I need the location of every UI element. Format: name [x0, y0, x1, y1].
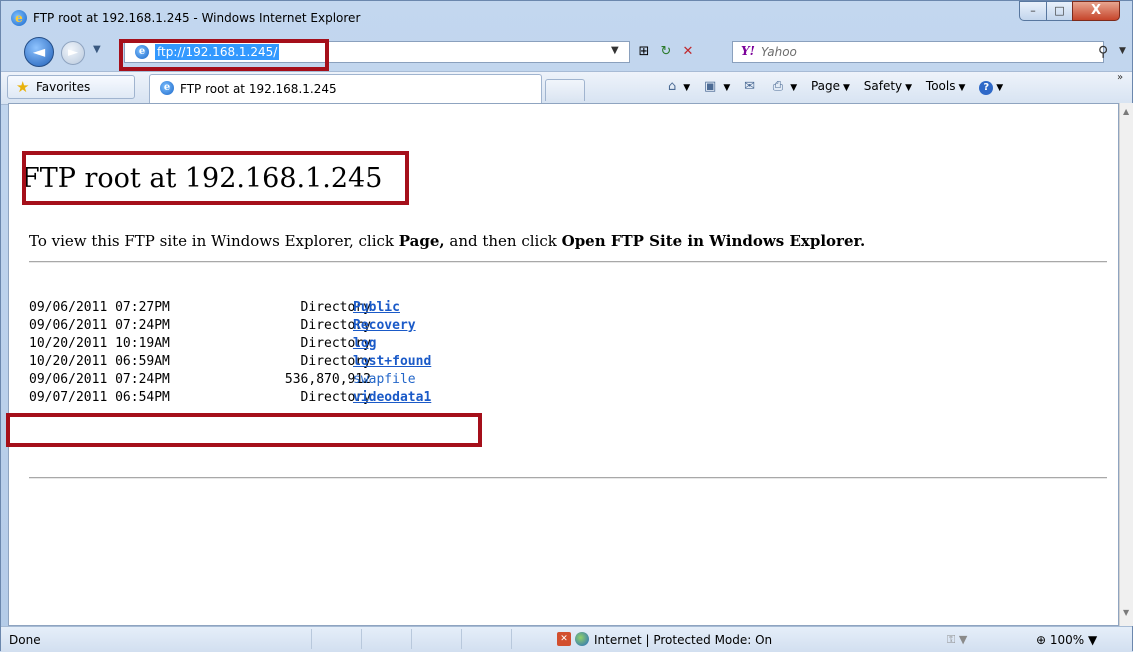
entry-size: Directory — [300, 336, 371, 351]
safety-menu[interactable]: Safety ▼ — [864, 79, 912, 93]
tools-dropdown-icon: ▼ — [958, 83, 966, 93]
entry-link[interactable]: swapfile — [353, 371, 416, 389]
entry-size: Directory — [300, 300, 371, 315]
address-dropdown-icon[interactable]: ▼ — [611, 45, 619, 56]
entry-date: 10/20/2011 10:19AM — [29, 336, 170, 351]
globe-icon — [575, 632, 589, 646]
maximize-button[interactable]: □ — [1046, 1, 1073, 21]
security-zone[interactable]: Internet | Protected Mode: On — [594, 633, 772, 647]
search-box[interactable]: Y! Yahoo — [732, 41, 1104, 63]
yahoo-logo-icon: Y! — [741, 44, 755, 58]
scroll-up-arrow-icon[interactable]: ▲ — [1123, 107, 1129, 116]
page-menu-label: Page — [810, 79, 841, 93]
entry-size: Directory — [300, 354, 371, 369]
minimize-button[interactable]: – — [1019, 1, 1047, 21]
home-icon: ⌂ — [668, 79, 677, 94]
mail-icon: ✉ — [744, 79, 755, 94]
entry-date: 09/06/2011 07:27PM — [29, 300, 170, 315]
protected-mode-icon[interactable]: ⚿ ▼ — [947, 633, 967, 647]
search-icon[interactable]: ⚲ — [1098, 44, 1108, 60]
address-highlight-box — [119, 39, 329, 71]
videodata-highlight-box — [6, 413, 482, 447]
status-bar: Done ✕ Internet | Protected Mode: On ⚿ ▼… — [1, 626, 1132, 652]
more-commands-chevron-icon[interactable]: » — [1117, 72, 1123, 83]
back-button[interactable]: ◄ — [24, 37, 54, 67]
instruction-part1: To view this FTP site in Windows Explore… — [29, 232, 399, 250]
status-text: Done — [9, 633, 41, 647]
stop-icon[interactable]: ✕ — [677, 41, 699, 63]
tab-ftp-root[interactable]: e FTP root at 192.168.1.245 — [149, 74, 542, 103]
window-title: FTP root at 192.168.1.245 - Windows Inte… — [33, 11, 361, 25]
printer-icon: ⎙ — [772, 79, 784, 94]
instruction-open-ftp: Open FTP Site in Windows Explorer. — [561, 232, 866, 250]
refresh-icon[interactable]: ↻ — [655, 41, 677, 63]
search-options-dropdown-icon[interactable]: ▼ — [1119, 46, 1126, 56]
new-tab-button[interactable] — [545, 79, 585, 101]
ie-logo-icon: e — [11, 10, 27, 26]
tab-ie-icon: e — [160, 81, 174, 95]
title-highlight-box — [22, 151, 409, 205]
home-dropdown-icon[interactable]: ▼ — [683, 83, 690, 93]
tab-label: FTP root at 192.168.1.245 — [180, 82, 337, 96]
mail-button[interactable]: ✉ — [744, 79, 759, 94]
browser-window: e FTP root at 192.168.1.245 - Windows In… — [0, 0, 1133, 652]
print-dropdown-icon[interactable]: ▼ — [790, 83, 797, 93]
rss-feed-icon: ▣ — [704, 79, 717, 94]
help-icon: ? — [979, 81, 994, 95]
print-button[interactable]: ⎙ ▼ — [773, 79, 797, 94]
instruction-text: To view this FTP site in Windows Explore… — [29, 232, 865, 250]
nav-tools: ⊞ ↻ ✕ — [633, 41, 699, 63]
separator-bottom — [29, 477, 1107, 479]
zoom-control[interactable]: ⊕ 100% ▼ — [1036, 633, 1097, 647]
favorites-label: Favorites — [36, 80, 91, 94]
safety-menu-label: Safety — [863, 79, 903, 93]
separator-top — [29, 261, 1107, 263]
status-divider — [311, 629, 312, 649]
tools-menu-label: Tools — [925, 79, 956, 93]
entry-link[interactable]: lost+found — [353, 353, 431, 371]
status-divider — [461, 629, 462, 649]
scroll-down-arrow-icon[interactable]: ▼ — [1123, 608, 1129, 617]
entry-link[interactable]: Recovery — [353, 317, 416, 335]
instruction-part2: and then click — [444, 232, 562, 250]
home-button[interactable]: ⌂ ▼ — [668, 79, 690, 94]
close-button[interactable]: X — [1072, 1, 1120, 21]
entry-link[interactable]: log — [353, 335, 376, 353]
safety-dropdown-icon: ▼ — [905, 83, 913, 93]
favorites-button[interactable]: ★ Favorites — [7, 75, 135, 99]
forward-button[interactable]: ► — [61, 41, 85, 65]
entry-date: 09/06/2011 07:24PM — [29, 318, 170, 333]
entry-date: 09/07/2011 06:54PM — [29, 390, 170, 405]
page-menu[interactable]: Page ▼ — [811, 79, 850, 93]
entry-size: Directory — [300, 318, 371, 333]
entry-link[interactable]: Public — [353, 299, 400, 317]
feeds-dropdown-icon[interactable]: ▼ — [723, 83, 730, 93]
command-items: ⌂ ▼ ▣ ▼ ✉ ⎙ ▼ Page ▼ Safety ▼ Tools ▼ ? ▼ — [668, 79, 1013, 95]
star-icon: ★ — [16, 78, 30, 96]
search-placeholder: Yahoo — [761, 45, 797, 59]
zoom-magnifier-icon: ⊕ — [1036, 633, 1047, 647]
zoom-level: 100% — [1049, 633, 1085, 647]
title-bar: e FTP root at 192.168.1.245 - Windows In… — [1, 1, 1132, 35]
tools-menu[interactable]: Tools ▼ — [926, 79, 965, 93]
page-dropdown-icon: ▼ — [843, 83, 850, 93]
popup-blocked-icon[interactable]: ✕ — [557, 632, 571, 646]
entry-size: 536,870,912 — [284, 372, 371, 387]
recent-pages-dropdown-icon[interactable]: ▼ — [93, 44, 101, 55]
vertical-scrollbar[interactable]: ▲ ▼ — [1119, 103, 1133, 626]
help-menu[interactable]: ? ▼ — [979, 79, 1003, 95]
status-divider — [361, 629, 362, 649]
entry-date: 09/06/2011 07:24PM — [29, 372, 170, 387]
help-dropdown-icon: ▼ — [996, 83, 1004, 93]
status-divider — [411, 629, 412, 649]
entry-date: 10/20/2011 06:59AM — [29, 354, 170, 369]
entry-link[interactable]: videodata1 — [353, 389, 431, 407]
instruction-page-word: Page, — [398, 232, 445, 250]
status-divider — [511, 629, 512, 649]
compatibility-view-icon[interactable]: ⊞ — [633, 41, 655, 63]
feeds-button[interactable]: ▣ ▼ — [704, 79, 730, 94]
entry-size: Directory — [300, 390, 371, 405]
command-bar: ★ Favorites e FTP root at 192.168.1.245 … — [1, 71, 1132, 105]
